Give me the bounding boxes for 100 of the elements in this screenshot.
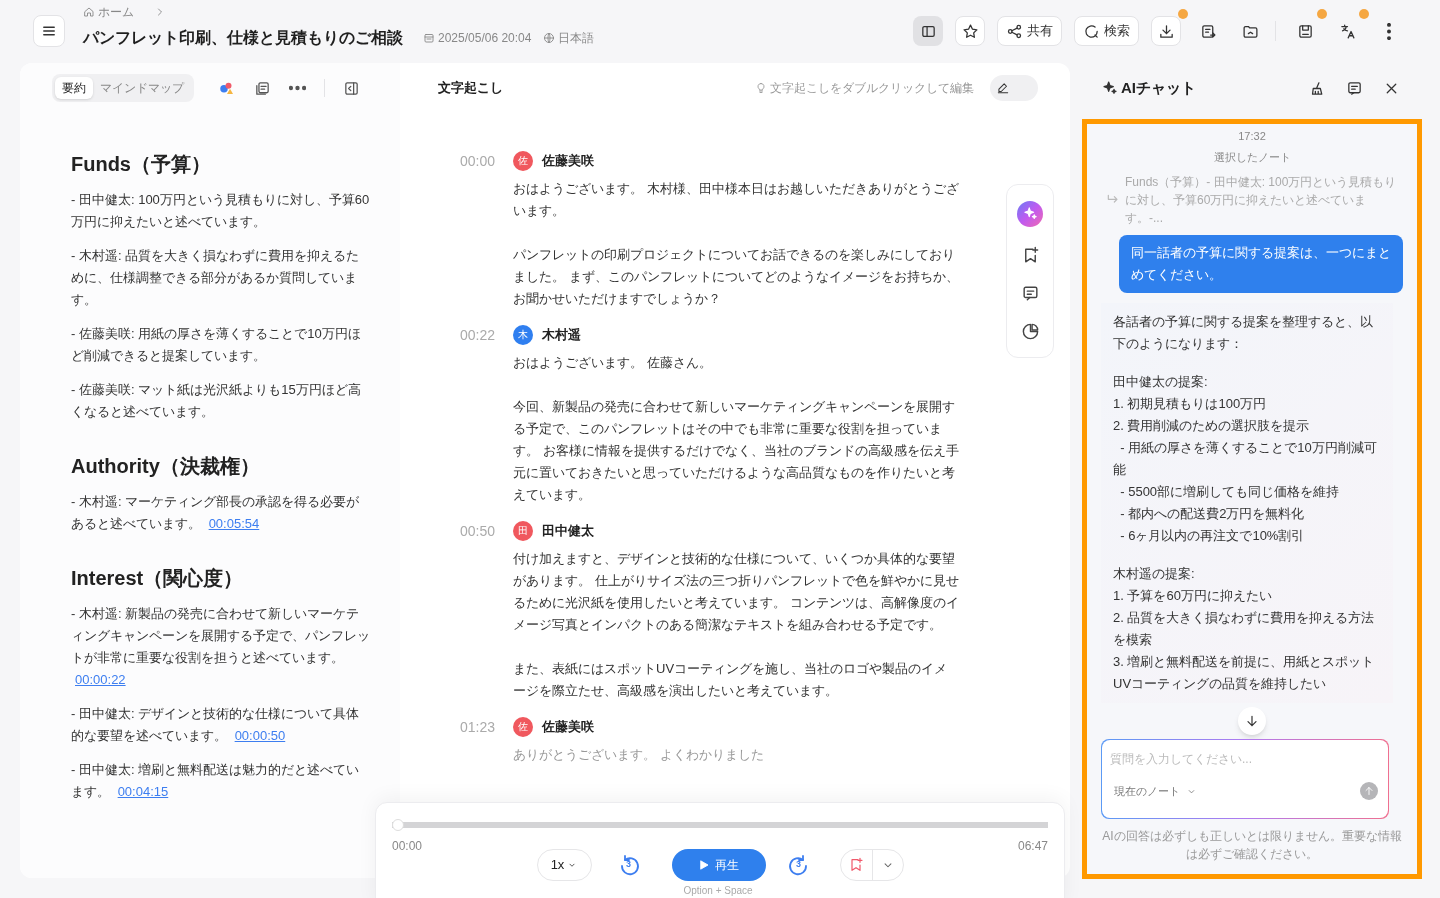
response-line: 1. 初期見積もりは100万円 bbox=[1113, 395, 1268, 413]
sparkle-icon bbox=[1102, 80, 1118, 96]
transcript-paragraph: おはようございます。 佐藤さん。 bbox=[513, 354, 713, 372]
transcript-title: 文字起こし bbox=[438, 79, 503, 98]
home-icon bbox=[83, 5, 95, 18]
search-button[interactable]: 検索 bbox=[1074, 16, 1139, 46]
download-button[interactable] bbox=[1151, 16, 1181, 46]
menu-button[interactable] bbox=[33, 15, 65, 47]
timestamp-link[interactable]: 00:00:22 bbox=[75, 672, 126, 687]
quoted-note: Funds（予算）- 田中健太: 100万円という見積もりに対し、予算60万円に抑えたいと述べています。-... bbox=[1125, 174, 1398, 227]
view-tab[interactable]: 要約 bbox=[55, 77, 93, 99]
lightbulb-icon bbox=[755, 82, 767, 94]
transcript-paragraph: 付け加えますと、デザインと技術的な仕様について、いくつか具体的な要望があります。 仕上がりサイズ法の三つ折りパンフレットで色を鮮やかに見せるために光沢紙を使用したいと考えています。 コンテンツは、高解像度のイメージ写真とインパクトのある簡潔なテキストを組み合わせる予定です。 bbox=[513, 550, 960, 634]
response-line: 田中健太の提案: bbox=[1113, 373, 1209, 391]
layout-toggle-button[interactable] bbox=[913, 16, 943, 46]
response-line: 3. 増刷と無料配送を前提に、用紙とスポットUVコーティングの品質を維持したい bbox=[1113, 653, 1376, 693]
comment-icon[interactable] bbox=[1020, 284, 1040, 304]
progress-thumb[interactable] bbox=[392, 819, 404, 831]
speaker-name: 佐藤美咲 bbox=[542, 152, 594, 170]
total-time: 06:47 bbox=[1017, 838, 1048, 855]
globe-icon bbox=[543, 31, 556, 44]
edit-hint: 文字起こしをダブルクリックして編集 bbox=[770, 80, 974, 97]
summary-point: - 田中健太: 100万円という見積もりに対し、予算60万円に抑えたいと述べています。 bbox=[71, 191, 371, 231]
calendar-icon bbox=[423, 31, 435, 44]
star-icon bbox=[961, 22, 979, 40]
skip-back-button[interactable]: 3 bbox=[616, 853, 641, 877]
response-line: 木村遥の提案: bbox=[1113, 565, 1196, 583]
play-icon bbox=[698, 859, 710, 871]
timestamp-link[interactable]: 00:04:15 bbox=[117, 784, 169, 799]
edit-toggle[interactable] bbox=[990, 75, 1038, 101]
response-line: 1. 予算を60万円に抑えたい bbox=[1113, 587, 1273, 605]
timestamp: 00:22 bbox=[460, 326, 497, 345]
response-line: - 5500部に増刷しても同じ価格を維持 bbox=[1119, 483, 1341, 501]
view-tab[interactable]: マインドマップ bbox=[93, 77, 191, 99]
summary-point: - 田中健太: デザインと技術的な仕様について具体的な要望を述べています。 00:00:50 bbox=[71, 705, 361, 745]
speaker-avatar: 佐 bbox=[513, 151, 533, 171]
response-line: - 6ヶ月以内の再注文で10%割引 bbox=[1119, 527, 1306, 545]
timestamp: 00:00 bbox=[460, 152, 497, 171]
breadcrumb-link[interactable]: ホーム bbox=[83, 2, 134, 21]
response-line: 2. 品質を大きく損なわずに費用を抑える方法を模索 bbox=[1113, 609, 1376, 649]
transcript-paragraph: 今回、新製品の発売に合わせて新しいマーケティングキャンペーンを展開する予定で、このパンフレットはその中でも非常に重要な役割を担っています。 お客様に情報を提供するだけでなく、当社のブランドの高級感を伝え手元に置いておきたいと思っていただけるような高品質なものを作りたいと考えています。 bbox=[513, 398, 960, 504]
speaker-name: 佐藤美咲 bbox=[542, 718, 594, 736]
transcript-paragraph: ありがとうございます。 よくわかりました bbox=[513, 746, 765, 764]
section-heading: Authority（決裁権） bbox=[71, 455, 261, 477]
current-time: 00:00 bbox=[392, 838, 423, 855]
arrow-down-icon bbox=[1244, 713, 1260, 729]
shortcut-hint: Option + Space bbox=[682, 884, 754, 898]
response-line: - 用紙の厚さを薄くすることで10万円削減可能 bbox=[1113, 439, 1378, 479]
transcript-paragraph: おはようございます。 木村様、田中様本日はお越しいただきありがとうございます。 bbox=[513, 180, 960, 220]
copy-icon[interactable] bbox=[254, 79, 271, 97]
share-button[interactable]: 共有 bbox=[997, 16, 1062, 46]
user-message: 同一話者の予算に関する提案は、一つにまとめてください。 bbox=[1119, 235, 1403, 293]
selected-note-label: 選択したノート bbox=[1212, 149, 1292, 165]
speaker-name: 木村遥 bbox=[542, 326, 581, 344]
summary-point: - 木村遥: 品質を大きく損なわずに費用を抑えるために、仕様調整できる部分があるか質問しています。 bbox=[71, 247, 361, 309]
speaker-avatar: 佐 bbox=[513, 717, 533, 737]
skip-forward-button[interactable]: 3 bbox=[786, 853, 811, 877]
new-note-icon[interactable] bbox=[1346, 79, 1363, 97]
document-icon bbox=[1199, 22, 1217, 40]
transcript-paragraph: また、表紙にはスポットUVコーティングを施し、当社のロゴや製品のイメージを際立たせ、高級感を演出したいと考えています。 bbox=[513, 660, 949, 700]
document-title: パンフレット印刷、仕様と見積もりのご相談 bbox=[83, 27, 403, 48]
timestamp: 00:50 bbox=[460, 522, 497, 541]
speaker-name: 田中健太 bbox=[542, 522, 594, 540]
response-line: - 都内への配送費2万円を無料化 bbox=[1119, 505, 1306, 523]
ai-assistant-button[interactable] bbox=[1017, 200, 1043, 227]
speaker-avatar: 田 bbox=[513, 521, 533, 541]
scope-dropdown[interactable]: 現在のノート bbox=[1114, 782, 1197, 800]
more-icon bbox=[1387, 22, 1391, 40]
date-text: 2025/05/06 20:04 bbox=[438, 29, 532, 47]
timestamp-link[interactable]: 00:00:50 bbox=[234, 728, 286, 743]
message-time: 17:32 bbox=[1237, 129, 1267, 144]
favorite-button[interactable] bbox=[955, 16, 985, 46]
share-icon bbox=[1006, 22, 1023, 40]
response-line: 2. 費用削減のための選択肢を提示 bbox=[1113, 417, 1311, 435]
summary-point: - 田中健太: 増刷と無料配送は魅力的だと述べています。 00:04:15 bbox=[71, 761, 361, 801]
search-icon bbox=[1083, 22, 1100, 40]
chat-title: AIチャット bbox=[1121, 77, 1196, 98]
summary-point: - 佐藤美咲: 用紙の厚さを薄くすることで10万円ほど削減できると提案しています。 bbox=[71, 325, 362, 365]
disclaimer: AIの回答は必ずしも正しいとは限りません。重要な情報は必ずご確認ください。 bbox=[1101, 828, 1403, 863]
transcript-paragraph: パンフレットの印刷プロジェクトについてお話できるのを楽しみにしておりました。 まず、このパンフレットについてどのようなイメージをお持ちか、お聞かせいただけますでしょうか？ bbox=[513, 246, 960, 308]
download-icon bbox=[1157, 22, 1175, 40]
pencil-icon bbox=[996, 81, 1010, 95]
language-text: 日本語 bbox=[558, 29, 595, 47]
timestamp-link[interactable]: 00:05:54 bbox=[208, 516, 260, 531]
collapse-panel-icon[interactable] bbox=[343, 79, 360, 97]
more-icon[interactable] bbox=[289, 85, 306, 91]
scroll-down-button[interactable] bbox=[1238, 707, 1266, 735]
arrow-up-icon bbox=[1363, 785, 1375, 797]
section-heading: Funds（予算） bbox=[71, 153, 212, 175]
section-heading: Interest（関心度） bbox=[71, 567, 245, 589]
translate-icon bbox=[1338, 22, 1356, 40]
timestamp: 01:23 bbox=[460, 718, 497, 737]
pie-chart-icon[interactable] bbox=[1020, 322, 1040, 342]
bookmark-plus-icon bbox=[848, 857, 864, 873]
summary-point: - 木村遥: マーケティング部長の承認を得る必要があると述べています。 00:05:54 bbox=[71, 493, 361, 533]
play-button[interactable]: 再生 bbox=[671, 849, 766, 881]
response-line: 各話者の予算に関する提案を整理すると、以下のようになります： bbox=[1113, 313, 1374, 353]
sparkle-icon bbox=[1022, 206, 1038, 222]
summary-point: - 佐藤美咲: マット紙は光沢紙よりも15万円ほど高くなると述べています。 bbox=[71, 381, 362, 421]
summary-point: - 木村遥: 新製品の発売に合わせて新しいマーケティングキャンペーンを展開する予定で、パンフレットが非常に重要な役割を担うと述べています。 00:00:22 bbox=[71, 605, 371, 689]
